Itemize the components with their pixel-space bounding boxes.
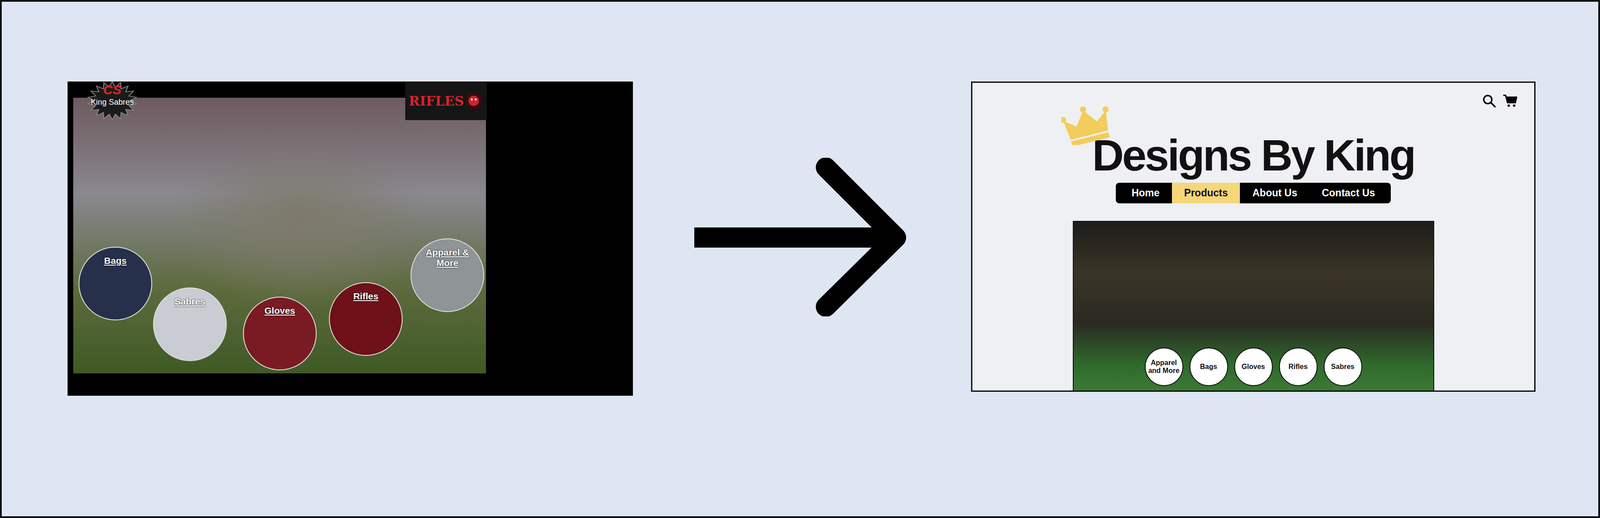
category-circle[interactable]: Rifles: [328, 282, 403, 357]
comparison-canvas: CS King Sabres RIFLES BagsSabresGlovesRi…: [0, 0, 1600, 518]
king-sabres-logo[interactable]: CS King Sabres: [71, 81, 154, 121]
panther-icon: [464, 87, 484, 115]
category-circle[interactable]: Gloves: [242, 296, 317, 371]
nav-item[interactable]: Contact Us: [1309, 182, 1388, 204]
category-button[interactable]: Sabres: [1323, 347, 1363, 387]
old-design: CS King Sabres RIFLES BagsSabresGlovesRi…: [67, 81, 633, 397]
hero-photo: Apparel and MoreBagsGlovesRiflesSabres: [1072, 221, 1435, 391]
category-button[interactable]: Gloves: [1234, 347, 1273, 387]
nav-bar: HomeProductsAbout UsContact Us: [1115, 182, 1391, 204]
cart-icon[interactable]: [1502, 93, 1519, 109]
logo-name: King Sabres: [90, 98, 134, 107]
nav-item[interactable]: Products: [1171, 182, 1241, 204]
category-button[interactable]: Bags: [1189, 347, 1229, 387]
search-icon[interactable]: [1481, 93, 1497, 109]
nav-item[interactable]: About Us: [1239, 182, 1310, 204]
category-circle[interactable]: Apparel & More: [410, 238, 485, 313]
category-circle[interactable]: Bags: [78, 246, 153, 321]
site-title: Designs By King: [1092, 131, 1415, 180]
category-button[interactable]: Apparel and More: [1144, 347, 1184, 387]
category-circle[interactable]: Sabres: [153, 287, 227, 362]
arrow-icon: [694, 157, 907, 317]
category-button[interactable]: Rifles: [1278, 347, 1318, 387]
rifles-logo[interactable]: RIFLES: [405, 81, 487, 121]
crown-icon: [1061, 104, 1113, 146]
nav-item[interactable]: Home: [1119, 182, 1172, 204]
new-design: Designs By King HomeProductsAbout UsCont…: [971, 81, 1536, 393]
logo-mark: CS: [103, 83, 122, 97]
